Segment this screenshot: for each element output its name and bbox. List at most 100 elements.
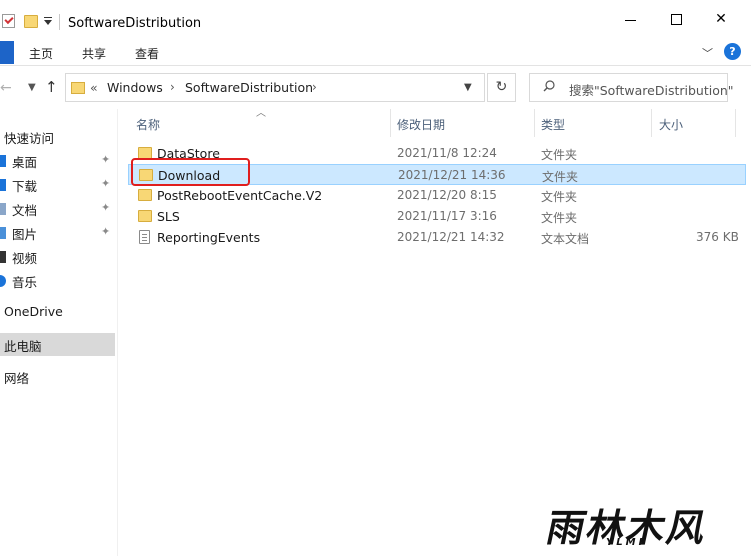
sidebar-item-pictures[interactable]: 图片 ✦ — [0, 221, 115, 244]
breadcrumb-overflow[interactable]: « — [90, 80, 98, 95]
folder-icon — [138, 210, 152, 222]
ribbon-tabs: 主页 共享 查看 ﹀ ? — [0, 38, 751, 66]
sidebar-item-quick-access[interactable]: 快速访问 — [0, 125, 115, 148]
refresh-button[interactable]: ↻ — [487, 73, 516, 102]
help-icon[interactable]: ? — [724, 43, 741, 60]
breadcrumb-separator-icon[interactable]: › — [312, 80, 317, 94]
file-date: 2021/12/21 14:32 — [397, 230, 505, 244]
back-arrow-icon[interactable]: ← — [0, 80, 12, 96]
tab-view[interactable]: 查看 — [135, 45, 159, 62]
close-icon: ✕ — [715, 11, 727, 27]
sidebar-item-onedrive[interactable]: OneDrive — [0, 301, 115, 324]
file-date: 2021/12/20 8:15 — [397, 188, 497, 202]
file-size: 376 KB — [696, 230, 739, 244]
column-divider[interactable] — [651, 109, 652, 137]
sidebar-item-videos[interactable]: 视频 — [0, 245, 115, 268]
close-button[interactable]: ✕ — [697, 0, 745, 38]
file-name: SLS — [157, 209, 180, 224]
music-icon — [0, 275, 6, 287]
watermark-sub-text: YLMF — [606, 537, 649, 548]
customize-toolbar-line-icon — [44, 17, 52, 18]
minimize-button[interactable] — [606, 0, 654, 38]
breadcrumb-separator-icon[interactable]: › — [170, 80, 175, 94]
navigation-pane: 快速访问 桌面 ✦ 下载 ✦ 文档 ✦ 图片 ✦ 视频 音乐 OneDrive … — [0, 109, 118, 556]
file-date: 2021/11/8 12:24 — [397, 146, 497, 160]
table-row[interactable]: ReportingEvents 2021/12/21 14:32 文本文档 37… — [128, 227, 746, 248]
column-divider[interactable] — [390, 109, 391, 137]
file-date: 2021/11/17 3:16 — [397, 209, 497, 223]
window-title: SoftwareDistribution — [68, 16, 202, 31]
video-icon — [0, 251, 6, 263]
search-placeholder: 搜索"SoftwareDistribution" — [569, 83, 734, 98]
table-row[interactable]: SLS 2021/11/17 3:16 文件夹 — [128, 206, 746, 227]
breadcrumb-windows[interactable]: Windows — [107, 80, 163, 95]
sidebar-item-label: 网络 — [4, 371, 30, 386]
title-bar: SoftwareDistribution ✕ — [0, 0, 751, 38]
file-tab[interactable] — [0, 41, 14, 64]
customize-quick-access-icon[interactable] — [44, 20, 52, 25]
search-input[interactable]: 搜索"SoftwareDistribution" — [529, 73, 734, 102]
column-header-size[interactable]: 大小 — [659, 116, 683, 133]
minimize-icon — [624, 19, 636, 21]
title-divider — [59, 14, 60, 30]
expand-ribbon-chevron-icon[interactable]: ﹀ — [702, 45, 713, 61]
new-folder-quick-access-icon[interactable] — [24, 15, 38, 28]
column-divider[interactable] — [735, 109, 736, 137]
annotation-highlight-box — [131, 158, 250, 186]
file-type: 文本文档 — [541, 232, 590, 246]
pin-icon: ✦ — [101, 225, 111, 238]
sidebar-item-label: 图片 — [12, 227, 38, 242]
maximize-icon — [670, 13, 682, 25]
pin-icon: ✦ — [101, 153, 111, 166]
column-divider[interactable] — [534, 109, 535, 137]
file-name: PostRebootEventCache.V2 — [157, 188, 323, 203]
sidebar-item-label: 快速访问 — [4, 131, 55, 146]
sidebar-item-label: 音乐 — [12, 275, 38, 290]
file-type: 文件夹 — [541, 190, 578, 204]
sidebar-item-label: 视频 — [12, 251, 38, 266]
watermark-logo: 雨林木风 YLMF — [543, 497, 748, 553]
column-header-date[interactable]: 修改日期 — [397, 116, 445, 133]
search-icon — [543, 80, 555, 92]
sidebar-item-label: 文档 — [12, 203, 38, 218]
desktop-icon — [0, 155, 6, 167]
tab-share[interactable]: 共享 — [82, 45, 106, 62]
sidebar-item-label: 下载 — [12, 179, 38, 194]
sidebar-item-label: 桌面 — [12, 155, 38, 170]
sidebar-item-documents[interactable]: 文档 ✦ — [0, 197, 115, 220]
address-dropdown-chevron-icon[interactable]: ▼ — [464, 82, 472, 93]
document-icon — [0, 203, 6, 215]
sort-ascending-icon: ︿ — [256, 108, 266, 119]
file-date: 2021/12/21 14:36 — [398, 168, 506, 182]
breadcrumb-softwaredistribution[interactable]: SoftwareDistribution — [185, 80, 313, 95]
recent-locations-chevron-icon[interactable]: ▼ — [28, 82, 36, 93]
pin-icon: ✦ — [101, 177, 111, 190]
sidebar-item-desktop[interactable]: 桌面 ✦ — [0, 149, 115, 172]
table-row[interactable]: PostRebootEventCache.V2 2021/12/20 8:15 … — [128, 185, 746, 206]
sidebar-item-music[interactable]: 音乐 — [0, 269, 115, 292]
folder-icon — [138, 189, 152, 201]
column-header-name[interactable]: 名称 — [136, 116, 160, 133]
maximize-button[interactable] — [652, 0, 700, 38]
file-name: ReportingEvents — [157, 230, 261, 245]
file-type: 文件夹 — [542, 170, 579, 184]
sidebar-item-downloads[interactable]: 下载 ✦ — [0, 173, 115, 196]
tab-home[interactable]: 主页 — [29, 45, 53, 62]
address-bar[interactable]: « Windows › SoftwareDistribution › ▼ — [65, 73, 485, 102]
file-list: ︿ 名称 修改日期 类型 大小 DataStore 2021/11/8 12:2… — [118, 108, 751, 556]
up-arrow-icon[interactable]: ↑ — [45, 78, 58, 96]
properties-quick-access-icon[interactable] — [2, 14, 15, 28]
pin-icon: ✦ — [101, 201, 111, 214]
column-header-type[interactable]: 类型 — [541, 116, 565, 133]
folder-icon — [71, 82, 85, 94]
file-type: 文件夹 — [541, 148, 578, 162]
sidebar-item-network[interactable]: 网络 — [0, 365, 115, 388]
text-file-icon — [139, 230, 150, 244]
navigation-bar: ← ▼ ↑ « Windows › SoftwareDistribution ›… — [0, 66, 751, 109]
sidebar-item-this-pc[interactable]: 此电脑 — [0, 333, 115, 356]
sidebar-item-label: OneDrive — [4, 304, 63, 319]
refresh-icon: ↻ — [495, 79, 508, 95]
download-icon — [0, 179, 6, 191]
picture-icon — [0, 227, 6, 239]
file-type: 文件夹 — [541, 211, 578, 225]
